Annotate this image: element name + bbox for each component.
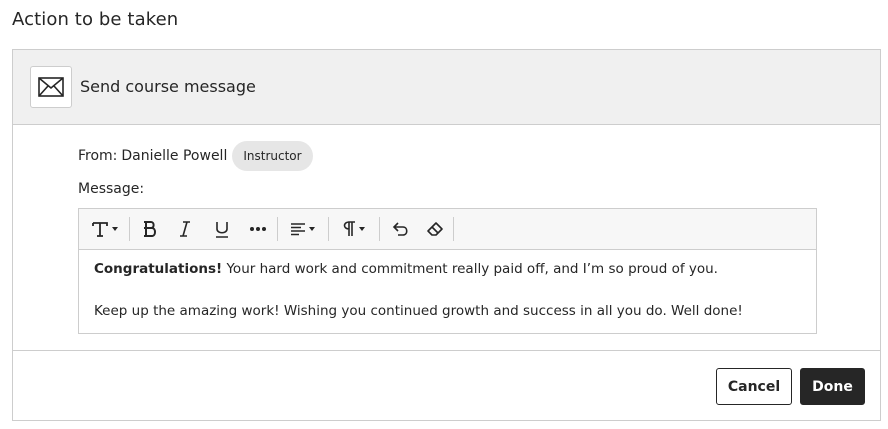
paragraph-button[interactable] (337, 218, 369, 240)
more-horizontal-icon (250, 227, 266, 231)
action-panel: Send course message From: Danielle Powel… (12, 49, 881, 421)
toolbar-separator (129, 217, 130, 241)
bold-button[interactable] (138, 218, 162, 240)
footer-divider (13, 350, 880, 351)
done-button[interactable]: Done (800, 368, 865, 405)
message-body[interactable]: Congratulations! Your hard work and comm… (94, 259, 804, 321)
chevron-down-icon (308, 227, 315, 231)
from-label: From: (78, 148, 118, 164)
action-title: Send course message (80, 77, 256, 96)
more-button[interactable] (246, 218, 270, 240)
toolbar-separator (453, 217, 454, 241)
italic-button[interactable] (173, 218, 197, 240)
align-button[interactable] (286, 218, 318, 240)
clear-format-button[interactable] (423, 218, 447, 240)
chevron-down-icon (111, 227, 118, 231)
eraser-icon (427, 222, 443, 236)
role-badge: Instructor (232, 141, 313, 171)
underline-icon (216, 222, 228, 238)
message-label: Message: (78, 181, 145, 197)
action-header: Send course message (13, 50, 880, 125)
underline-button[interactable] (210, 218, 234, 240)
bold-icon (144, 221, 156, 237)
cancel-button[interactable]: Cancel (716, 368, 792, 405)
toolbar-separator (328, 217, 329, 241)
message-text: Your hard work and commitment really pai… (222, 261, 718, 277)
envelope-icon (30, 66, 72, 108)
toolbar-separator (379, 217, 380, 241)
align-left-icon (290, 223, 305, 236)
chevron-down-icon (358, 227, 365, 231)
editor-toolbar (79, 209, 816, 250)
italic-icon (180, 221, 190, 237)
text-type-icon (91, 222, 108, 237)
from-row: From: Danielle Powell Instructor (78, 141, 313, 171)
message-paragraph: Keep up the amazing work! Wishing you co… (94, 303, 743, 319)
undo-button[interactable] (388, 218, 412, 240)
paragraph-icon (343, 221, 355, 236)
page-title: Action to be taken (12, 9, 179, 30)
message-editor: Congratulations! Your hard work and comm… (78, 208, 817, 334)
message-paragraph: Congratulations! Your hard work and comm… (94, 259, 804, 279)
sender-name: Danielle Powell (121, 148, 228, 164)
text-style-button[interactable] (88, 218, 120, 240)
undo-icon (392, 222, 408, 236)
message-bold-text: Congratulations! (94, 261, 223, 277)
toolbar-separator (277, 217, 278, 241)
